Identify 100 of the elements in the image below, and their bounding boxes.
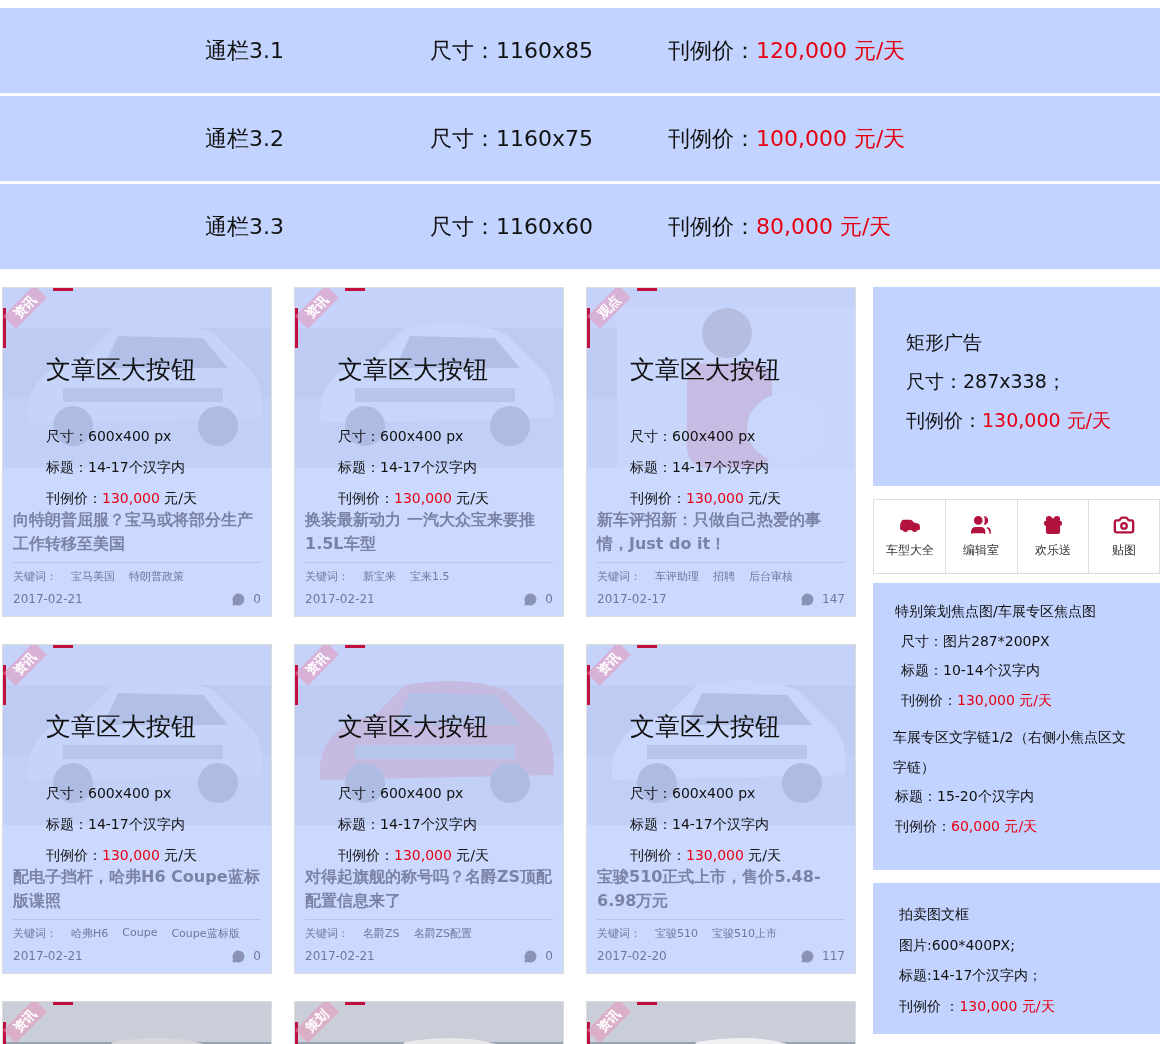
slot-size: 尺寸：1160x75 bbox=[430, 124, 594, 153]
keyword-link[interactable]: 车评助理 bbox=[655, 569, 699, 584]
article-date: 2017-02-21 bbox=[305, 949, 375, 963]
article-title[interactable]: 配电子挡杆，哈弗H6 Coupe蓝标版谍照 bbox=[13, 865, 261, 913]
keyword-link[interactable]: 特朗普政策 bbox=[129, 569, 184, 584]
slot-size: 尺寸：图片287*200PX bbox=[900, 631, 1051, 651]
comment-count: 0 bbox=[253, 592, 261, 606]
keyword-link[interactable]: 宝骏510 bbox=[655, 926, 698, 941]
comment-icon bbox=[232, 592, 246, 606]
article-title[interactable]: 向特朗普屈服？宝马或将部分生产工作转移至美国 bbox=[13, 508, 261, 556]
slot-name: 拍卖图文框 bbox=[899, 905, 970, 924]
comment-count: 117 bbox=[822, 949, 845, 963]
article-card[interactable]: 资讯 bbox=[2, 1001, 272, 1044]
overlay-title: 文章区大按钮 bbox=[338, 354, 489, 386]
keyword-link[interactable]: 新宝来 bbox=[363, 569, 396, 584]
slot-title-rule: 标题:14-17个汉字内； bbox=[899, 966, 1044, 985]
quick-link[interactable]: 欢乐送 bbox=[1016, 500, 1088, 573]
article-card[interactable]: 新车评招新：只做自己热爱的事情，Just do it！ 关键词： 车评助理 招聘 后台审核 2017-02-17 147 文章区大按钮 尺寸：600x400 px 标题：14-17个汉字内 刊例价：130,000 元/天 观点 bbox=[586, 287, 856, 617]
gift-icon bbox=[1041, 514, 1064, 536]
overlay-title-rule: 标题：14-17个汉字内 bbox=[46, 458, 186, 477]
overlay-size: 尺寸：600x400 px bbox=[338, 427, 465, 446]
article-date: 2017-02-21 bbox=[305, 592, 375, 606]
keyword-label: 关键词： bbox=[13, 926, 57, 941]
quick-link[interactable]: 编辑室 bbox=[945, 500, 1017, 573]
article-date: 2017-02-20 bbox=[597, 949, 667, 963]
slot-name: 特别策划焦点图/车展专区焦点图 bbox=[895, 602, 1097, 621]
slot-price: 刊例价 ：130,000 元/天 bbox=[899, 996, 1056, 1016]
slot-price: 刊例价：130,000 元/天 bbox=[906, 408, 1112, 433]
keyword-link[interactable]: 名爵ZS bbox=[363, 926, 400, 941]
keyword-label: 关键词： bbox=[597, 569, 641, 584]
overlay-title: 文章区大按钮 bbox=[630, 711, 781, 743]
comment-icon bbox=[801, 592, 815, 606]
keyword-link[interactable]: 哈弗H6 bbox=[71, 926, 109, 941]
article-card[interactable]: 换装最新动力 一汽大众宝来要推1.5L车型 关键词： 新宝来 宝来1.5 2017-02-21 0 文章区大按钮 尺寸：600x400 px 标题：14-17个汉字内 刊例价：130,000 元/天 资讯 bbox=[294, 287, 564, 617]
keyword-link[interactable]: Coupe蓝标版 bbox=[171, 926, 240, 941]
keyword-link[interactable]: Coupe bbox=[122, 926, 158, 941]
keyword-label: 关键词： bbox=[305, 569, 349, 584]
quick-link[interactable]: 车型大全 bbox=[874, 500, 946, 573]
article-card[interactable]: 策划 bbox=[294, 1001, 564, 1044]
overlay-price: 刊例价：130,000 元/天 bbox=[338, 846, 490, 865]
article-title[interactable]: 换装最新动力 一汽大众宝来要推1.5L车型 bbox=[305, 508, 553, 556]
slot-name: 车展专区文字链1/2（右侧小焦点区文字链） bbox=[893, 728, 1127, 777]
article-card[interactable]: 资讯 bbox=[586, 1001, 856, 1044]
people-icon bbox=[970, 514, 993, 536]
quick-link[interactable]: 贴图 bbox=[1087, 500, 1159, 573]
keyword-link[interactable]: 宝来1.5 bbox=[410, 569, 450, 584]
slot-size: 尺寸：1160x60 bbox=[430, 212, 594, 241]
comment-icon bbox=[232, 949, 246, 963]
overlay-title-rule: 标题：14-17个汉字内 bbox=[338, 458, 478, 477]
article-card[interactable]: 宝骏510正式上市，售价5.48-6.98万元 关键词： 宝骏510 宝骏510上市 2017-02-20 117 文章区大按钮 尺寸：600x400 px 标题：14-17个汉字内 刊例价：130,000 元/天 资讯 bbox=[586, 644, 856, 974]
slot-price: 刊例价：80,000 元/天 bbox=[668, 212, 893, 241]
overlay-title-rule: 标题：14-17个汉字内 bbox=[630, 815, 770, 834]
article-date: 2017-02-17 bbox=[597, 592, 667, 606]
overlay-size: 尺寸：600x400 px bbox=[46, 784, 173, 803]
keyword-label: 关键词： bbox=[13, 569, 57, 584]
overlay-price: 刊例价：130,000 元/天 bbox=[46, 489, 198, 508]
comment-count: 0 bbox=[545, 592, 553, 606]
article-title[interactable]: 宝骏510正式上市，售价5.48-6.98万元 bbox=[597, 865, 845, 913]
slot-name: 通栏3.2 bbox=[205, 124, 285, 153]
keyword-link[interactable]: 招聘 bbox=[713, 569, 735, 584]
overlay-title: 文章区大按钮 bbox=[46, 711, 197, 743]
article-date: 2017-02-21 bbox=[13, 949, 83, 963]
overlay-title-rule: 标题：14-17个汉字内 bbox=[630, 458, 770, 477]
slot-name: 通栏3.3 bbox=[205, 212, 285, 241]
slot-price: 刊例价：130,000 元/天 bbox=[900, 690, 1054, 710]
slot-price: 刊例价：60,000 元/天 bbox=[895, 816, 1039, 836]
overlay-title-rule: 标题：14-17个汉字内 bbox=[338, 815, 478, 834]
slot-price: 刊例价：120,000 元/天 bbox=[668, 36, 907, 65]
keyword-label: 关键词： bbox=[597, 926, 641, 941]
article-card[interactable]: 向特朗普屈服？宝马或将部分生产工作转移至美国 关键词： 宝马美国 特朗普政策 2017-02-21 0 文章区大按钮 尺寸：600x400 px 标题：14-17个汉字内 刊例价：130,000 元/天 资讯 bbox=[2, 287, 272, 617]
comment-count: 0 bbox=[253, 949, 261, 963]
slot-size: 尺寸：1160x85 bbox=[430, 36, 594, 65]
keyword-link[interactable]: 宝马美国 bbox=[71, 569, 115, 584]
slot-name: 通栏3.1 bbox=[205, 36, 285, 65]
camera-icon bbox=[1112, 514, 1135, 536]
keyword-link[interactable]: 宝骏510上市 bbox=[712, 926, 777, 941]
article-card[interactable]: 对得起旗舰的称号吗？名爵ZS顶配配置信息来了 关键词： 名爵ZS 名爵ZS配置 2017-02-21 0 文章区大按钮 尺寸：600x400 px 标题：14-17个汉字内 刊例价：130,000 元/天 资讯 bbox=[294, 644, 564, 974]
overlay-title: 文章区大按钮 bbox=[338, 711, 489, 743]
overlay-price: 刊例价：130,000 元/天 bbox=[630, 846, 782, 865]
overlay-price: 刊例价：130,000 元/天 bbox=[338, 489, 490, 508]
keyword-link[interactable]: 后台审核 bbox=[749, 569, 793, 584]
overlay-title: 文章区大按钮 bbox=[630, 354, 781, 386]
slot-name: 矩形广告 bbox=[906, 330, 983, 355]
article-title[interactable]: 新车评招新：只做自己热爱的事情，Just do it！ bbox=[597, 508, 845, 556]
overlay-title: 文章区大按钮 bbox=[46, 354, 197, 386]
slot-size: 尺寸：287x338； bbox=[906, 369, 1067, 394]
comment-icon bbox=[801, 949, 815, 963]
overlay-size: 尺寸：600x400 px bbox=[46, 427, 173, 446]
comment-icon bbox=[524, 949, 538, 963]
overlay-title-rule: 标题：14-17个汉字内 bbox=[46, 815, 186, 834]
slot-price: 刊例价：100,000 元/天 bbox=[668, 124, 907, 153]
article-card[interactable]: 配电子挡杆，哈弗H6 Coupe蓝标版谍照 关键词： 哈弗H6 Coupe Coupe蓝标版 2017-02-21 0 文章区大按钮 尺寸：600x400 px 标题：14-17个汉字内 刊例价：130,000 元/天 资讯 bbox=[2, 644, 272, 974]
slot-size: 图片:600*400PX; bbox=[899, 935, 1016, 955]
slot-title-rule: 标题：15-20个汉字内 bbox=[895, 787, 1035, 806]
keyword-link[interactable]: 名爵ZS配置 bbox=[413, 926, 473, 941]
article-title[interactable]: 对得起旗舰的称号吗？名爵ZS顶配配置信息来了 bbox=[305, 865, 553, 913]
overlay-price: 刊例价：130,000 元/天 bbox=[630, 489, 782, 508]
overlay-price: 刊例价：130,000 元/天 bbox=[46, 846, 198, 865]
article-date: 2017-02-21 bbox=[13, 592, 83, 606]
overlay-size: 尺寸：600x400 px bbox=[338, 784, 465, 803]
